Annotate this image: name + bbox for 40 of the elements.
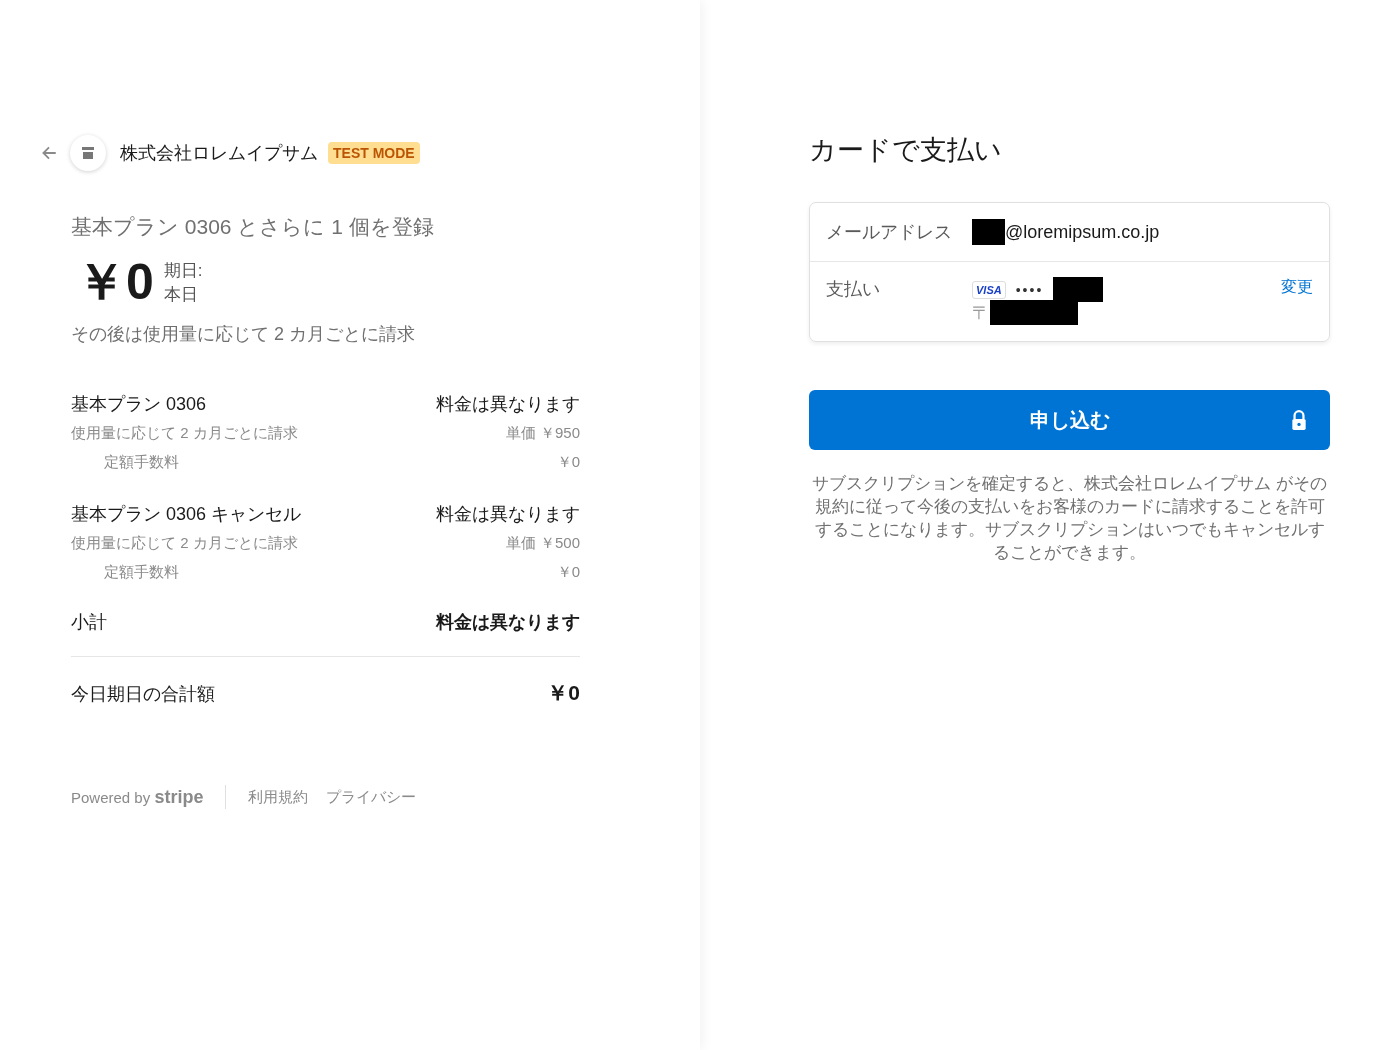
lock-icon: [1290, 410, 1308, 430]
fee-value: ￥0: [556, 562, 580, 582]
billing-note: その後は使用量に応じて 2 カ月ごとに請求: [71, 323, 416, 346]
merchant-name: 株式会社ロレムイプサム: [120, 142, 318, 165]
item-price: 料金は異なります: [436, 393, 580, 416]
item-price: 料金は異なります: [436, 503, 580, 526]
change-link[interactable]: 変更: [1281, 277, 1313, 298]
fee-value: ￥0: [556, 452, 580, 472]
payment-title: カードで支払い: [809, 134, 1003, 167]
subtotal-label: 小計: [71, 611, 107, 634]
subscribe-button[interactable]: 申し込む: [809, 390, 1330, 450]
total-value: ￥0: [547, 680, 580, 706]
fee-label: 定額手数料: [103, 562, 179, 582]
email-label: メールアドレス: [826, 221, 953, 244]
subscription-title: 基本プラン 0306 とさらに 1 個を登録: [71, 214, 435, 240]
card-brand-logo: VISA: [972, 280, 1006, 299]
postal-mark: 〒: [972, 301, 990, 325]
footer-link[interactable]: プライバシー: [326, 787, 417, 807]
unit-price: 単価 ￥500: [505, 533, 580, 553]
due-value: 本日: [163, 283, 199, 306]
due-label: 期日:: [163, 259, 203, 282]
total-label: 今日期日の合計額: [71, 683, 215, 706]
test-mode-badge: TEST MODE: [328, 142, 420, 164]
footer-link[interactable]: 利用規約: [248, 787, 309, 807]
item-name: 基本プラン 0306: [71, 393, 207, 416]
store-icon: [70, 135, 106, 171]
powered-by-text: Powered by stripe: [71, 786, 204, 808]
item-description: 使用量に応じて 2 カ月ごとに請求: [71, 533, 298, 553]
payment-label: 支払い: [826, 278, 881, 301]
terms-text: サブスクリプションを確定すると、株式会社ロレムイプサム がその規約に従って今後の支払いをお客様のカードに請求することを許可することになります。サブスクリプションはいつでもキャンセルすることができます。: [811, 473, 1328, 563]
subtotal-value: 料金は異なります: [436, 611, 580, 634]
fee-label: 定額手数料: [103, 452, 179, 472]
item-description: 使用量に応じて 2 カ月ごとに請求: [71, 423, 298, 443]
card-dots: ••••: [1015, 281, 1044, 298]
back-arrow-icon[interactable]: [40, 144, 58, 162]
unit-price: 単価 ￥950: [505, 423, 580, 443]
amount: ￥0: [76, 253, 154, 312]
item-name: 基本プラン 0306 キャンセル: [71, 503, 302, 526]
redaction-bar: [972, 219, 1005, 245]
email-value: @loremipsum.co.jp: [1005, 221, 1160, 243]
